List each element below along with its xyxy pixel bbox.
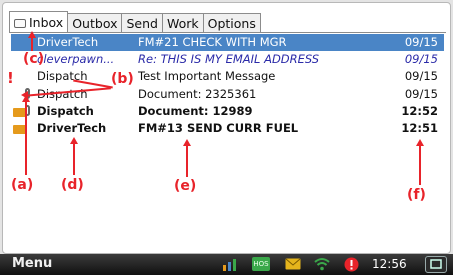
- tab-outbox[interactable]: Outbox: [67, 13, 123, 33]
- annotation-label-f: (f): [407, 187, 426, 203]
- annotation-line-d: [73, 143, 75, 175]
- message-row[interactable]: DriverTech FM#21 CHECK WITH MGR 09/15: [11, 34, 444, 52]
- annotation-arrow-a: [22, 95, 30, 102]
- message-subject: Document: 12989: [138, 103, 253, 118]
- message-row[interactable]: Dispatch Document: 12989 12:52: [11, 103, 444, 120]
- annotation-label-c: (c): [23, 51, 45, 67]
- message-date: 09/15: [404, 35, 438, 49]
- annotation-label-b: (b): [111, 71, 134, 87]
- tab-bar: Inbox Outbox Send Work Options: [9, 11, 261, 33]
- tab-options[interactable]: Options: [202, 13, 261, 33]
- message-subject: Test Important Message: [138, 69, 276, 84]
- screen: Inbox Outbox Send Work Options DriverTec…: [2, 2, 451, 254]
- device-frame: Inbox Outbox Send Work Options DriverTec…: [0, 0, 453, 275]
- message-subject: Re: THIS IS MY EMAIL ADDRESS: [138, 52, 320, 67]
- annotation-line-e: [186, 145, 188, 177]
- message-list: DriverTech FM#21 CHECK WITH MGR 09/15 cl…: [11, 34, 444, 137]
- message-date: 09/15: [404, 69, 438, 84]
- message-row[interactable]: Dispatch Document: 2325361 09/15: [11, 86, 444, 103]
- bar-chart-icon[interactable]: [222, 258, 238, 272]
- menu-button[interactable]: Menu: [12, 256, 52, 271]
- annotation-line-a: [25, 101, 27, 175]
- tab-label: Work: [166, 16, 199, 31]
- message-from: DriverTech: [37, 120, 107, 135]
- message-date: 09/15: [404, 86, 438, 101]
- message-subject: FM#13 SEND CURR FUEL: [138, 120, 299, 135]
- annotation-line-c: [31, 37, 33, 51]
- annotation-label-e: (e): [174, 178, 197, 194]
- inbox-icon: [14, 19, 26, 28]
- clock: 12:56: [372, 257, 407, 271]
- wifi-signal-icon[interactable]: [314, 257, 330, 271]
- message-subject: Document: 2325361: [138, 86, 257, 101]
- annotation-arrow-d: [70, 137, 78, 144]
- message-from: DriverTech: [37, 35, 99, 49]
- tab-work[interactable]: Work: [161, 13, 204, 33]
- annotation-arrow-c: [28, 31, 36, 38]
- message-from: cleverpawn...: [37, 52, 115, 67]
- message-date: 12:52: [401, 103, 438, 118]
- message-row[interactable]: DriverTech FM#13 SEND CURR FUEL 12:51: [11, 120, 444, 137]
- taskbar: Menu HOS 12:56: [0, 254, 453, 275]
- window-switch-button[interactable]: [425, 256, 447, 273]
- alert-icon[interactable]: [344, 257, 359, 272]
- annotation-label-a: (a): [11, 177, 34, 193]
- message-from: Dispatch: [37, 103, 94, 118]
- tab-label: Inbox: [29, 15, 64, 30]
- annotation-arrow-f: [416, 139, 424, 146]
- message-date: 12:51: [401, 120, 438, 135]
- message-date: 09/15: [404, 52, 438, 67]
- important-mark-annotation: !: [7, 69, 14, 87]
- tab-send[interactable]: Send: [121, 13, 163, 33]
- annotation-arrow-e: [183, 139, 191, 146]
- windows-icon: [430, 259, 442, 269]
- tab-label: Outbox: [72, 16, 118, 31]
- message-subject: FM#21 CHECK WITH MGR: [138, 35, 287, 49]
- envelope-icon[interactable]: [285, 258, 301, 270]
- message-row[interactable]: cleverpawn... Re: THIS IS MY EMAIL ADDRE…: [11, 51, 444, 68]
- tab-divider: [9, 32, 446, 33]
- tab-label: Send: [126, 16, 158, 31]
- annotation-label-d: (d): [61, 177, 84, 193]
- tab-label: Options: [207, 16, 256, 31]
- tab-inbox[interactable]: Inbox: [9, 11, 69, 33]
- hos-icon[interactable]: HOS: [252, 257, 270, 271]
- annotation-line-f: [419, 145, 421, 185]
- message-row[interactable]: Dispatch Test Important Message 09/15: [11, 68, 444, 85]
